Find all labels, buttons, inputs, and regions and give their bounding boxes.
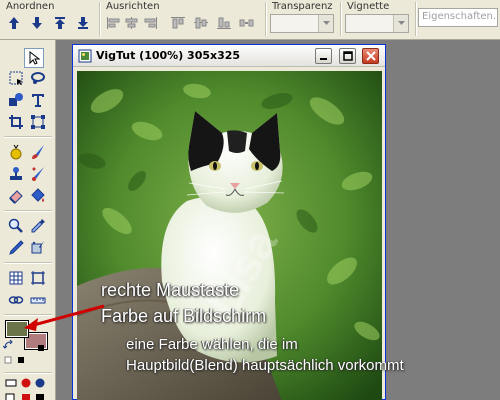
annotation-line-1: rechte Maustaste bbox=[101, 280, 240, 300]
annotation-line-4: Hauptbild(Blend) hauptsächlich vorkommt bbox=[126, 357, 404, 374]
annotation-line-2: Farbe auf Bildschirm bbox=[101, 306, 267, 326]
annotation-line-3: eine Farbe wählen, die im bbox=[126, 336, 298, 353]
